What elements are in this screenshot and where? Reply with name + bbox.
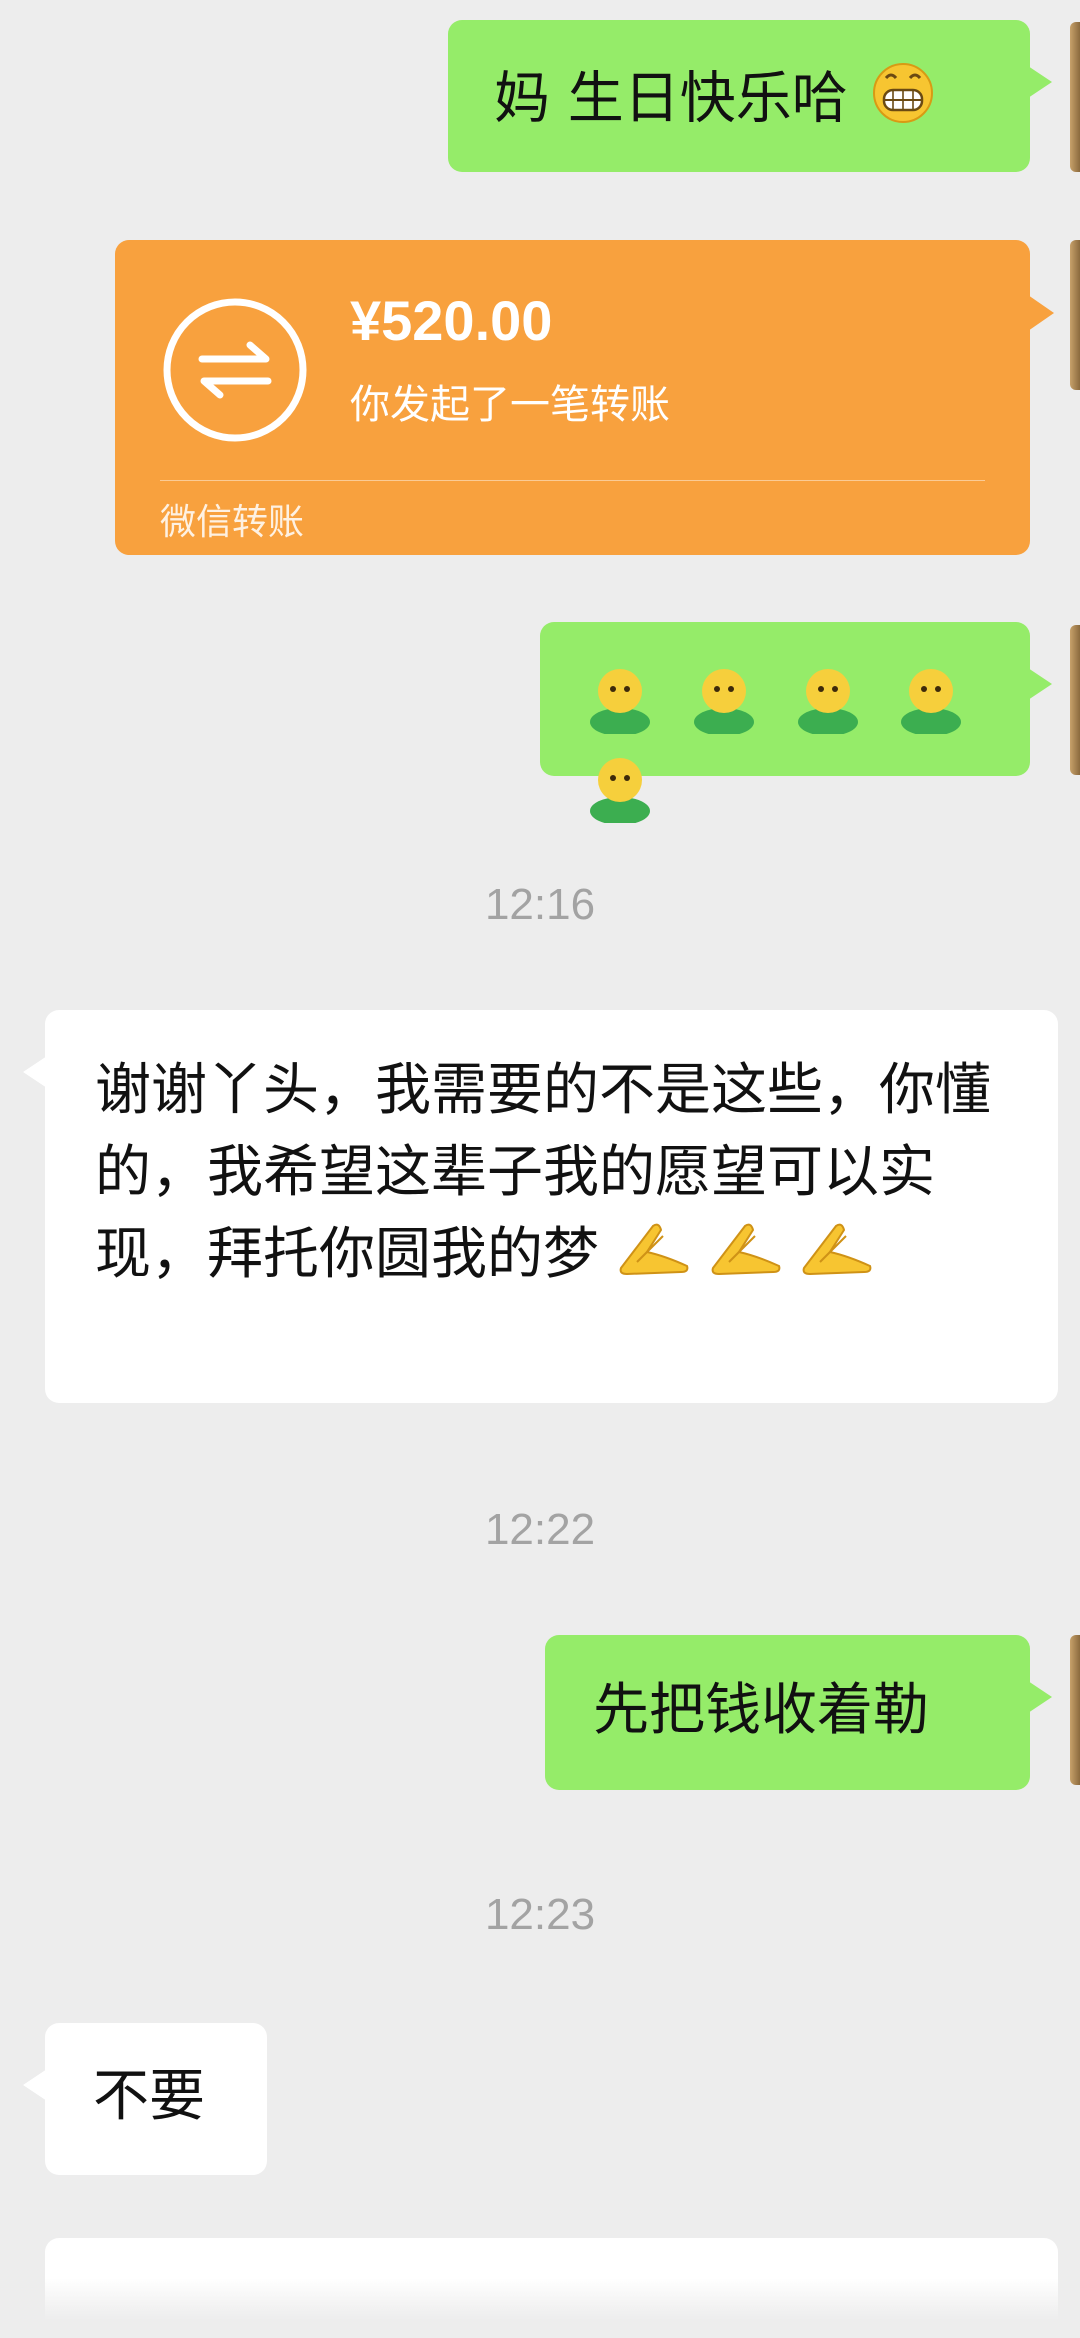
- self-avatar[interactable]: [1070, 625, 1080, 775]
- chat-screen: 妈 生日快乐哈 ¥520.00 你发起了一笔转账 微信转账 12:16 谢谢丫头…: [0, 0, 1080, 2338]
- message-text: 先把钱收着勒: [593, 1678, 929, 1743]
- grinning-face-icon: [872, 62, 934, 143]
- green-sweater-figure-icon: [582, 753, 658, 842]
- timestamp: 12:23: [484, 1890, 596, 1939]
- outgoing-message-bubble[interactable]: 先把钱收着勒: [545, 1635, 1052, 1790]
- self-avatar[interactable]: [1070, 240, 1080, 390]
- green-sweater-figure-icon: [893, 664, 969, 753]
- self-avatar[interactable]: [1070, 22, 1080, 172]
- timestamp: 12:22: [484, 1505, 596, 1554]
- transfer-card[interactable]: ¥520.00 你发起了一笔转账 微信转账: [115, 240, 1054, 555]
- outgoing-message-bubble[interactable]: 妈 生日快乐哈: [448, 20, 1052, 172]
- transfer-divider: [160, 480, 985, 481]
- outgoing-emoji-bubble[interactable]: [540, 622, 1052, 825]
- message-text: 妈 生日快乐哈: [494, 66, 848, 132]
- green-sweater-figure-icon: [686, 664, 762, 753]
- self-avatar[interactable]: [1070, 1635, 1080, 1785]
- transfer-amount: ¥520.00: [350, 289, 553, 352]
- pray-hands-icon: [800, 1217, 874, 1299]
- scroll-fade: [0, 2278, 1080, 2338]
- green-sweater-figure-icon: [582, 664, 658, 753]
- timestamp: 12:16: [484, 880, 596, 929]
- incoming-message-bubble[interactable]: 不要: [23, 2023, 267, 2175]
- pray-hands-icon: [617, 1217, 691, 1299]
- transfer-description: 你发起了一笔转账: [350, 382, 670, 428]
- incoming-message-bubble[interactable]: 谢谢丫头，我需要的不是这些，你懂的，我希望这辈子我的愿望可以实现，拜托你圆我的梦: [23, 1010, 1058, 1403]
- transfer-footer-label: 微信转账: [160, 502, 305, 543]
- transfer-icon: [163, 298, 307, 442]
- pray-hands-icon: [709, 1217, 783, 1299]
- message-text: 不要: [93, 2064, 205, 2129]
- green-sweater-figure-icon: [790, 664, 866, 753]
